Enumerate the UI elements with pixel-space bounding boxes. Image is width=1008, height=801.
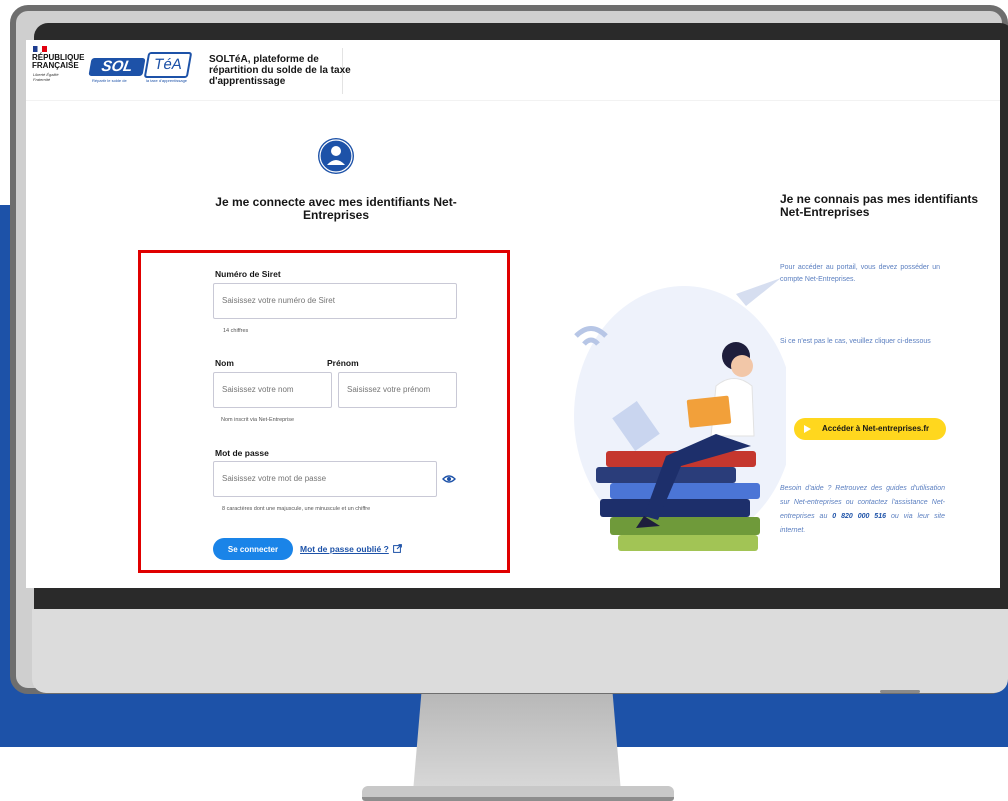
prenom-label: Prénom [327, 358, 359, 368]
logo-tagline-left: Répartir le solde de [92, 78, 127, 83]
password-input[interactable] [214, 473, 436, 484]
nom-field[interactable] [213, 372, 332, 408]
help-paragraph-1: Pour accéder au portail, vous devez poss… [780, 264, 940, 283]
monitor-chin-mark [880, 690, 920, 693]
monitor-screen: RÉPUBLIQUE FRANÇAISE Liberté Égalité Fra… [26, 40, 1000, 588]
login-title: Je me connecte avec mes identifiants Net… [215, 195, 457, 222]
gov-motto: Liberté Égalité Fraternité [33, 72, 59, 82]
soltea-logo[interactable]: SOL TéA Répartir le solde de la taxe d'a… [88, 52, 198, 84]
password-label: Mot de passe [215, 448, 269, 458]
prenom-field[interactable] [338, 372, 457, 408]
siret-label: Numéro de Siret [215, 269, 281, 279]
monitor-stand-base [362, 786, 674, 801]
logo-sol: SOL [88, 58, 146, 76]
siret-hint: 14 chiffres [223, 328, 249, 334]
prenom-input[interactable] [339, 384, 456, 395]
site-title: SOLTéA, plateforme de répartition du sol… [209, 54, 351, 87]
help-title: Je ne connais pas mes identifiants Net-E… [780, 192, 979, 219]
help-paragraph-2: Si ce n'est pas le cas, veuillez cliquer… [780, 338, 931, 345]
republique-flag-icon [33, 46, 47, 52]
password-field[interactable] [213, 461, 437, 497]
user-avatar-icon [318, 138, 354, 174]
help-phone[interactable]: 0 820 000 516 [832, 513, 886, 520]
net-entreprises-button-label: Accéder à Net-entreprises.fr [822, 424, 930, 433]
forgot-password-link[interactable]: Mot de passe oublié ? [300, 544, 389, 554]
logo-tagline-right: la taxe d'apprentissage [146, 78, 188, 83]
nom-label: Nom [215, 358, 234, 368]
nom-hint: Nom inscrit via Net-Entreprise [221, 417, 295, 423]
logo-tea: TéA [143, 52, 193, 78]
siret-input[interactable] [214, 295, 456, 306]
woman-on-books-illustration [574, 278, 786, 551]
nom-input[interactable] [214, 384, 331, 395]
site-header: RÉPUBLIQUE FRANÇAISE Liberté Égalité Fra… [26, 40, 1000, 101]
siret-field[interactable] [213, 283, 457, 319]
password-hint: 8 caractères dont une majuscule, une min… [222, 506, 371, 512]
help-footer: Besoin d'aide ? Retrouvez des guides d'u… [780, 482, 945, 538]
play-arrow-icon [804, 425, 811, 433]
show-password-eye-icon[interactable] [442, 474, 456, 484]
gov-name: RÉPUBLIQUE FRANÇAISE [32, 53, 85, 70]
monitor-stand-neck [413, 694, 621, 792]
monitor-chin [32, 609, 1008, 693]
external-link-icon [393, 544, 402, 553]
login-submit-button[interactable]: Se connecter [213, 538, 293, 560]
net-entreprises-button[interactable]: Accéder à Net-entreprises.fr [794, 418, 946, 440]
